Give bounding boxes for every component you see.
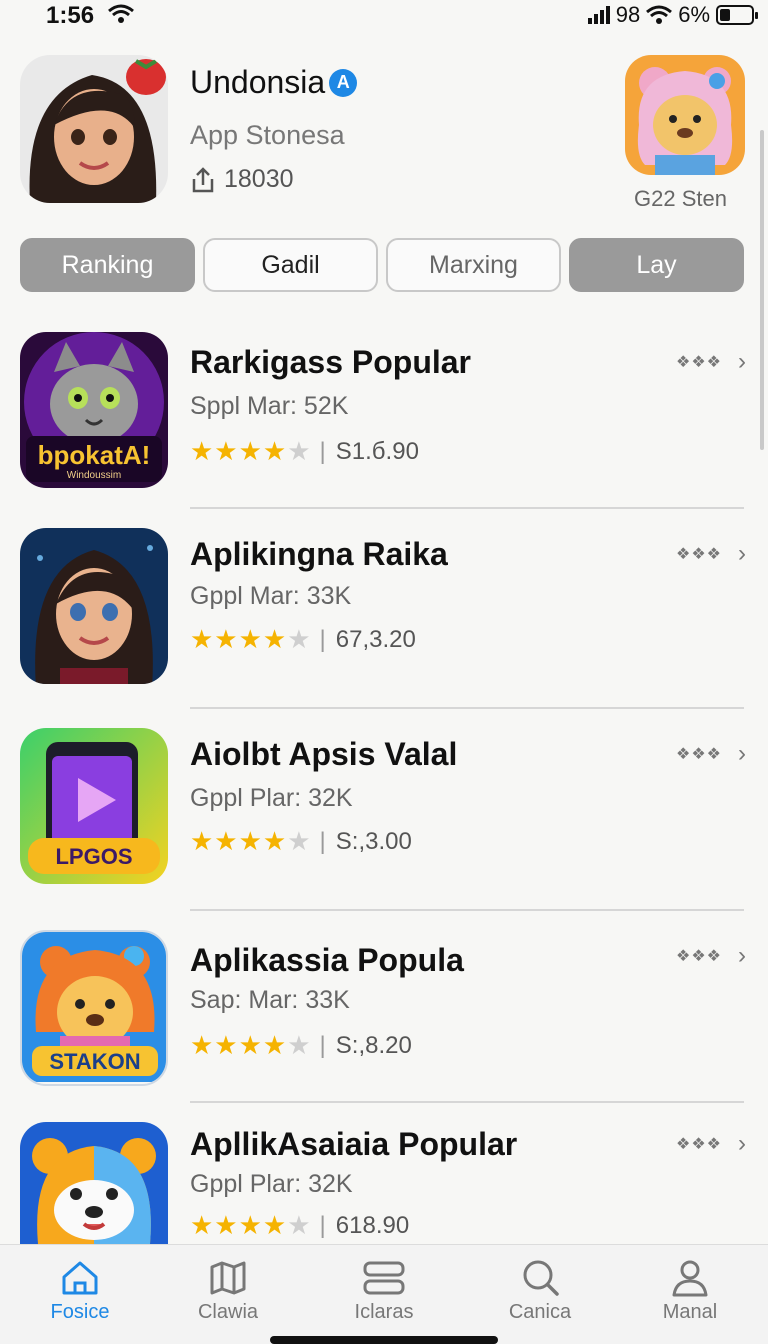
app-meta: Gppl Mar: 33K [190,582,352,610]
app-price: 67,3.20 [335,625,416,653]
app-meta: Gppl Plar: 32K [190,784,353,812]
chevron-right-icon[interactable]: › [738,740,746,768]
more-icon[interactable]: ❖❖❖ [676,544,722,564]
chevron-right-icon[interactable]: › [738,1130,746,1158]
app-name: Rarkigass Popular [190,344,471,380]
chevron-right-icon[interactable]: › [738,540,746,568]
page-title-text: Undonsia [190,64,326,100]
scrollbar[interactable] [760,130,764,450]
status-bar: 1:56 98 6% [0,0,768,36]
more-icon[interactable]: ❖❖❖ [676,946,722,966]
person-icon [672,1260,708,1297]
app-icon-text: STAKON [49,1049,140,1074]
wifi-icon [108,4,134,23]
profile-avatar[interactable] [20,55,168,203]
share-count-value: 18030 [224,165,294,193]
segment-tabs: Ranking Gadil Marxing Lay [20,238,744,292]
chevron-right-icon[interactable]: › [738,942,746,970]
verified-badge-icon: A [329,68,358,97]
app-price: 618.90 [335,1211,410,1239]
page-title: Undonsia A [190,64,358,101]
star-rating-icon: ★★★★★ [190,624,312,654]
tab-bar-item-clawia[interactable]: Clawia [168,1259,288,1324]
app-price: S1.б.90 [335,437,419,465]
status-time: 1:56 [46,2,95,29]
map-icon [210,1261,246,1295]
divider [190,1101,744,1103]
tab-marxing[interactable]: Marxing [386,238,561,292]
app-icon-subtext: Windoussim [67,470,121,481]
app-icon-text: LPGOS [55,844,132,869]
more-icon[interactable]: ❖❖❖ [676,1134,722,1154]
star-rating-icon: ★★★★★ [190,1210,312,1240]
tab-bar-item-manal[interactable]: Manal [630,1259,750,1324]
app-rating: ★★★★★ | S:,8.20 [190,1030,412,1060]
tab-gadil[interactable]: Gadil [203,238,378,292]
battery-icon [716,5,758,25]
app-rating: ★★★★★ | 618.90 [190,1210,410,1240]
app-icon [20,528,168,684]
tab-bar-label: Iclaras [354,1301,414,1323]
home-icon [62,1261,98,1295]
app-name: Aplikassia Popula [190,942,464,978]
tab-bar-label: Manal [662,1301,718,1323]
app-icon: LPGOS [20,728,168,884]
share-count[interactable]: 18030 [190,165,294,194]
app-icon: STAKON [20,930,168,1086]
app-rating: ★★★★★ | S:,3.00 [190,826,412,856]
featured-app-icon[interactable] [625,55,745,175]
app-meta: Sap: Mar: 33K [190,986,350,1014]
tab-bar-item-iclaras[interactable]: Iclaras [324,1259,444,1324]
tab-ranking[interactable]: Ranking [20,238,195,292]
app-meta: Gppl Plar: 32K [190,1170,353,1198]
app-meta: Sppl Mar: 52K [190,392,349,420]
battery-percent: 6% [678,2,710,27]
stack-icon [363,1261,405,1295]
tab-bar-label: Fosice [50,1301,110,1323]
search-icon [523,1260,559,1296]
chevron-right-icon[interactable]: › [738,348,746,376]
tab-bar-label: Clawia [197,1301,259,1323]
wifi-icon [646,5,673,24]
app-name: ApllikAsaiaia Popular [190,1126,518,1162]
tab-bar-item-canica[interactable]: Canica [480,1259,600,1324]
app-price: S:,3.00 [335,827,412,855]
star-rating-icon: ★★★★★ [190,436,312,466]
signal-icon [587,6,610,24]
more-icon[interactable]: ❖❖❖ [676,352,722,372]
carrier-label: 98 [615,2,641,27]
star-rating-icon: ★★★★★ [190,826,312,856]
app-name: Aplikingna Raika [190,536,448,572]
app-price: S:,8.20 [335,1031,412,1059]
app-icon-text: bpokatA! [38,440,151,470]
app-icon [20,1122,168,1244]
home-indicator[interactable] [270,1336,498,1344]
app-rating: ★★★★★ | S1.б.90 [190,436,419,466]
app-icon: bpokatA! Windoussim [20,332,168,488]
tab-bar-label: Canica [508,1301,572,1323]
divider [190,707,744,709]
divider [190,909,744,911]
more-icon[interactable]: ❖❖❖ [676,744,722,764]
featured-app-label: G22 Sten [634,186,727,211]
app-rating: ★★★★★ | 67,3.20 [190,624,416,654]
share-icon [192,166,214,192]
divider [190,507,744,509]
page-subtitle: App Stonesa [190,120,345,150]
tab-bar-item-fosice[interactable]: Fosice [20,1259,140,1324]
star-rating-icon: ★★★★★ [190,1030,312,1060]
app-name: Aiolbt Apsis Valal [190,736,458,772]
tab-lay[interactable]: Lay [569,238,744,292]
bottom-tab-bar: Fosice Clawia Iclaras Canica Manal [0,1244,768,1344]
